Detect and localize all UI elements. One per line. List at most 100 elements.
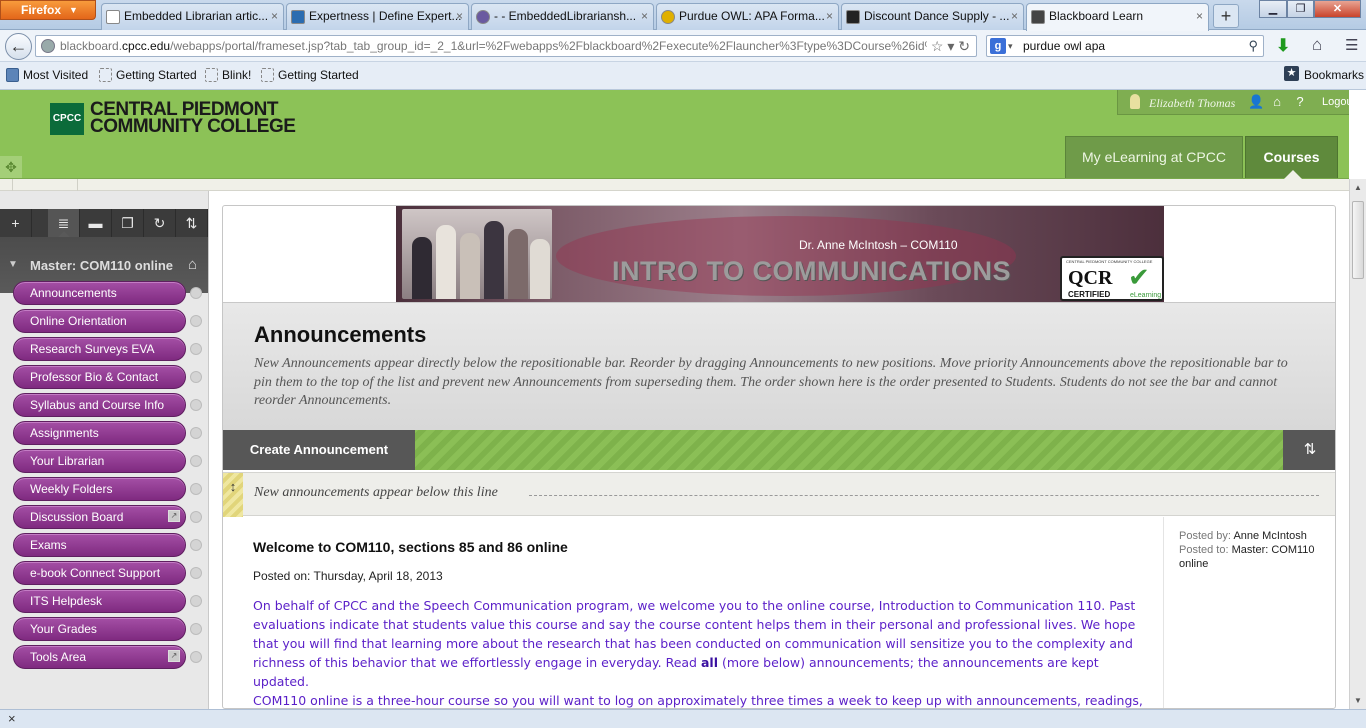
reload-icon[interactable]: ↻	[958, 38, 970, 54]
globe-icon	[41, 39, 55, 53]
owl-favicon	[661, 10, 675, 24]
options-chevron-icon[interactable]	[190, 511, 202, 523]
close-window-button[interactable]: ✕	[1314, 0, 1361, 18]
menu-item-syllabus: Syllabus and Course Info	[0, 391, 208, 419]
course-home-icon[interactable]: ⌂	[188, 256, 197, 273]
browser-tab[interactable]: Embedded Librarian artic... ×	[101, 3, 284, 30]
announcement-item: Welcome to COM110, sections 85 and 86 on…	[223, 517, 1335, 708]
close-tab-icon[interactable]: ×	[456, 4, 463, 29]
options-chevron-icon[interactable]	[190, 399, 202, 411]
bookmark-blink[interactable]: Blink!	[205, 68, 251, 82]
history-dropdown-icon[interactable]: ▾	[947, 38, 954, 54]
bookmarks-toolbar: Most Visited Getting Started Blink! Gett…	[0, 62, 1366, 90]
refresh-icon[interactable]: ↻	[144, 209, 176, 237]
browser-tab[interactable]: Expertness | Define Expert... ×	[286, 3, 469, 30]
browser-nav-bar: ← blackboard.cpcc.edu/webapps/portal/fra…	[0, 30, 1366, 62]
checkmark-icon: ✔	[1128, 262, 1150, 292]
options-chevron-icon[interactable]	[190, 539, 202, 551]
maximize-button[interactable]: ❐	[1287, 0, 1314, 18]
move-icon[interactable]: ✥	[0, 156, 22, 178]
repositionable-bar[interactable]: ↕ New announcements appear below this li…	[223, 472, 1335, 517]
close-tab-icon[interactable]: ×	[826, 4, 833, 29]
new-tab-button[interactable]: +	[1213, 4, 1239, 28]
minimize-button[interactable]: ▁	[1259, 0, 1287, 18]
url-bar[interactable]: blackboard.cpcc.edu/webapps/portal/frame…	[35, 35, 977, 57]
options-chevron-icon[interactable]	[190, 315, 202, 327]
close-tab-icon[interactable]: ×	[1196, 4, 1203, 29]
add-menu-item-icon[interactable]: +	[0, 209, 32, 237]
home-icon[interactable]: ⌂	[1312, 35, 1322, 55]
banner-professor: Dr. Anne McIntosh – COM110	[799, 238, 958, 252]
bookmark-getting-started[interactable]: Getting Started	[261, 68, 359, 82]
bookmark-most-visited[interactable]: Most Visited	[6, 68, 88, 82]
list-view-icon[interactable]: ≣	[48, 209, 80, 237]
engine-dropdown-icon[interactable]: ▾	[1008, 36, 1013, 56]
drag-handle-icon[interactable]: ↕	[223, 473, 243, 517]
options-chevron-icon[interactable]	[190, 595, 202, 607]
reorder-icon[interactable]: ⇅	[176, 209, 208, 237]
folder-icon	[6, 68, 19, 82]
close-icon[interactable]: ×	[8, 711, 16, 726]
back-button[interactable]: ←	[5, 33, 32, 60]
browser-tab[interactable]: Purdue OWL: APA Forma... ×	[656, 3, 839, 30]
options-chevron-icon[interactable]	[190, 371, 202, 383]
browser-tab-bar: Firefox ▼ Embedded Librarian artic... × Ex…	[0, 0, 1366, 31]
logout-link[interactable]: Logout	[1322, 96, 1356, 108]
menu-item-assignments: Assignments	[0, 419, 208, 447]
announcement-body: On behalf of CPCC and the Speech Communi…	[253, 598, 1136, 689]
close-tab-icon[interactable]: ×	[1011, 4, 1018, 29]
collapse-caret-icon[interactable]: ▼	[8, 259, 18, 270]
scroll-up-icon[interactable]: ▲	[1354, 183, 1362, 192]
reorder-icon[interactable]: ⇅	[1283, 430, 1335, 470]
page-description: New Announcements appear directly below …	[254, 356, 1288, 408]
options-chevron-icon[interactable]	[190, 651, 202, 663]
help-icon[interactable]: ?	[1293, 95, 1307, 109]
college-logo-mark[interactable]: CPCC	[50, 103, 84, 135]
page-title: Announcements	[254, 322, 427, 347]
course-title[interactable]: Master: COM110 online	[30, 258, 173, 273]
search-icon[interactable]: ⚲	[1248, 36, 1258, 56]
options-chevron-icon[interactable]	[190, 623, 202, 635]
options-chevron-icon[interactable]	[190, 455, 202, 467]
banner-title: INTRO TO COMMUNICATIONS	[612, 256, 1011, 286]
person-icon[interactable]: 👤	[1248, 95, 1264, 109]
bookmark-getting-started[interactable]: Getting Started	[99, 68, 197, 82]
options-chevron-icon[interactable]	[190, 287, 202, 299]
announcement-date: Posted on: Thursday, April 18, 2013	[253, 569, 443, 583]
close-tab-icon[interactable]: ×	[271, 4, 278, 29]
vertical-scrollbar[interactable]: ▲ ▼	[1349, 179, 1366, 709]
folder-view-icon[interactable]: ▬	[80, 209, 112, 237]
menu-item-weekly-folders: Weekly Folders	[0, 475, 208, 503]
create-announcement-button[interactable]: Create Announcement	[223, 430, 415, 470]
download-icon[interactable]: ⬇	[1276, 36, 1290, 56]
tab-my-elearning[interactable]: My eLearning at CPCC	[1065, 136, 1243, 178]
college-logo-text[interactable]: CENTRAL PIEDMONT COMMUNITY COLLEGE	[90, 100, 296, 136]
close-tab-icon[interactable]: ×	[641, 4, 648, 29]
menu-item-its-helpdesk: ITS Helpdesk	[0, 587, 208, 615]
search-bar[interactable]: g ▾ purdue owl apa ⚲	[986, 35, 1264, 57]
scroll-down-icon[interactable]: ▼	[1354, 696, 1362, 705]
new-window-icon[interactable]: ❐	[112, 209, 144, 237]
bookmark-star-icon[interactable]: ☆	[931, 38, 944, 54]
bookmarks-menu-icon[interactable]: ☰	[1345, 36, 1358, 54]
home-icon[interactable]: ⌂	[1270, 95, 1284, 109]
browser-tab-active[interactable]: Blackboard Learn ×	[1026, 3, 1209, 31]
action-bar: Create Announcement ⇅	[223, 430, 1335, 470]
menu-item-your-librarian: Your Librarian	[0, 447, 208, 475]
browser-tab[interactable]: Discount Dance Supply - ... ×	[841, 3, 1024, 30]
browser-tab[interactable]: - - EmbeddedLibrariansh... ×	[471, 3, 654, 30]
tab-courses[interactable]: Courses	[1245, 136, 1338, 179]
user-name[interactable]: Elizabeth Thomas	[1149, 96, 1235, 111]
options-chevron-icon[interactable]	[190, 483, 202, 495]
scrollbar-thumb[interactable]	[1352, 201, 1364, 279]
page-icon	[205, 68, 218, 82]
google-icon[interactable]: g	[990, 38, 1006, 54]
user-bar: Elizabeth Thomas 👤 ⌂ ? Logout	[1117, 90, 1356, 115]
options-chevron-icon[interactable]	[190, 343, 202, 355]
options-chevron-icon[interactable]	[190, 567, 202, 579]
menu-item-online-orientation: Online Orientation	[0, 307, 208, 335]
repositionable-bar-label: New announcements appear below this line	[254, 485, 498, 500]
bookmarks-menu-button[interactable]: ★ Bookmarks	[1284, 66, 1364, 82]
firefox-menu-button[interactable]: Firefox ▼	[0, 0, 96, 20]
options-chevron-icon[interactable]	[190, 427, 202, 439]
